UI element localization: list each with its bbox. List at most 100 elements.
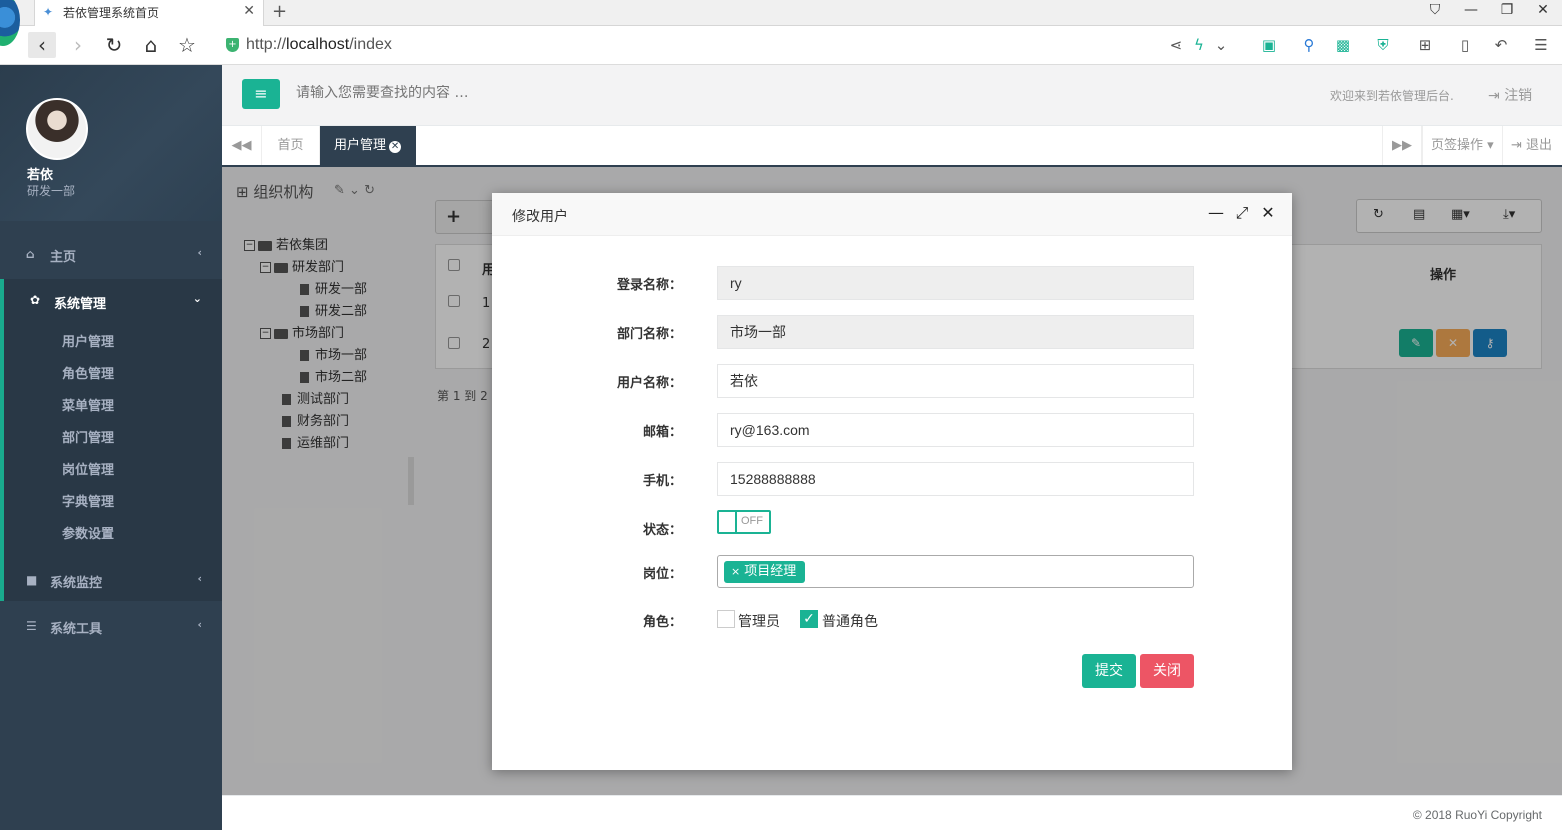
maximize-icon[interactable]: ⤢ [1232,203,1252,223]
home-icon[interactable]: ⌂ [137,32,165,58]
role-common-label: 普通角色 [822,614,878,630]
tab-home[interactable]: 首页 [262,126,320,165]
role-common-checkbox[interactable]: ✓ [800,610,818,628]
welcome-text: 欢迎来到若依管理后台. [1330,89,1454,103]
search-icon[interactable]: ⚲ [1298,36,1320,54]
submenu-config[interactable]: 参数设置 [62,523,114,542]
role-admin-label: 管理员 [738,614,780,630]
role-admin-checkbox[interactable] [717,610,735,628]
apps-icon[interactable]: ⊞ [1414,36,1436,54]
security-icon[interactable]: ⛨ [1372,36,1394,54]
submit-button[interactable]: 提交 [1082,654,1136,688]
game-icon[interactable]: ▩ [1332,36,1354,54]
remove-tag-icon[interactable]: × [731,565,740,578]
logout-link[interactable]: ⇥ 注销 [1488,85,1532,105]
post-tag: × 项目经理 [724,561,806,583]
reload-icon[interactable]: ↻ [100,32,128,58]
submenu-role[interactable]: 角色管理 [62,363,114,382]
page-tabs: ◀◀ 首页 用户管理 ✕ ▶▶ 页签操作 ▾ ⇥ 退出 [222,126,1562,167]
submenu-user[interactable]: 用户管理 [62,331,114,350]
sidebar-item-system[interactable]: ✿ 系统管理 ⌄ 用户管理 角色管理 菜单管理 部门管理 岗位管理 字典管理 参… [0,279,222,601]
menu-icon[interactable]: ☰ [1530,36,1552,54]
dept-name-label: 部门名称： [616,327,682,342]
tab-user-management[interactable]: 用户管理 ✕ [320,126,416,165]
sidebar-item-label: 系统监控 [50,576,103,591]
toggle-knob [719,512,737,532]
star-icon[interactable]: ☆ [173,32,201,58]
search-input[interactable] [296,85,696,101]
share-icon[interactable]: ⋖ [1165,36,1187,54]
exit-icon: ⇥ [1511,138,1527,153]
gear-icon: ✿ [30,293,41,307]
menu-toggle-button[interactable]: ≡ [242,79,280,109]
shirt-icon[interactable]: ⛉ [1424,2,1446,18]
dialog-title: 修改用户 [512,209,568,225]
user-name-field[interactable] [717,364,1194,398]
url-path: /index [349,36,392,53]
sidebar-item-label: 主页 [50,250,77,265]
sidebar-item-label: 系统管理 [54,297,107,312]
tabs-back-icon[interactable]: ◀◀ [222,126,262,165]
sidebar-item-monitor[interactable]: ■ 系统监控 ‹ [0,559,222,603]
toggle-state: OFF [741,515,763,527]
profile-panel: 若依 研发一部 [0,65,222,221]
user-dept: 研发一部 [27,184,76,198]
browser-tab[interactable]: ✦ 若依管理系统首页 ✕ [34,0,264,26]
tab-exit-label: 退出 [1526,138,1553,153]
dept-name-field[interactable] [717,315,1194,349]
role-label: 角色： [642,615,682,630]
post-select[interactable]: × 项目经理 [717,555,1194,588]
avatar[interactable] [26,98,88,160]
sidebar-item-label: 系统工具 [50,622,103,637]
window-close-icon[interactable]: ✕ [1532,2,1554,18]
tabs-forward-icon[interactable]: ▶▶ [1382,126,1422,165]
close-button[interactable]: 关闭 [1140,654,1194,688]
login-name-label: 登录名称： [616,278,682,293]
footer: © 2018 RuoYi Copyright [222,795,1562,830]
phone-label: 手机： [642,474,682,489]
bars-icon: ☰ [26,619,37,633]
close-icon[interactable]: ✕ [1258,203,1278,222]
chevron-down-icon[interactable]: ⌄ [1210,36,1232,54]
status-label: 状态： [642,523,682,538]
tab-close-icon[interactable]: ✕ [243,3,255,19]
top-header: ≡ 欢迎来到若依管理后台. ⇥ 注销 [222,65,1562,126]
undo-icon[interactable]: ↶ [1490,36,1512,54]
submenu-dept[interactable]: 部门管理 [62,427,114,446]
tab-exit-button[interactable]: ⇥ 退出 [1502,126,1562,165]
url-scheme: http:// [246,36,287,53]
tablet-icon[interactable]: ▯ [1454,36,1476,54]
sidebar: 若依 研发一部 ⌂ 主页 ‹ ✿ 系统管理 ⌄ 用户管理 角色管理 菜单管理 部… [0,65,222,830]
browser-tab-title: 若依管理系统首页 [63,6,160,20]
translate-icon[interactable]: ▣ [1258,36,1280,54]
video-icon: ■ [26,573,38,587]
phone-field[interactable] [717,462,1194,496]
tab-ops-label: 页签操作 [1431,138,1484,153]
tab-ops-dropdown[interactable]: 页签操作 ▾ [1422,126,1502,165]
status-toggle[interactable]: OFF [717,510,771,534]
minimize-icon[interactable]: — [1460,2,1482,18]
email-field[interactable] [717,413,1194,447]
chevron-left-icon: ‹ [197,572,202,585]
sidebar-item-tools[interactable]: ☰ 系统工具 ‹ [0,605,222,649]
user-name-label: 用户名称： [616,376,682,391]
login-name-field[interactable] [717,266,1194,300]
sidebar-item-home[interactable]: ⌂ 主页 ‹ [0,233,222,277]
tab-label: 用户管理 [334,138,387,153]
dialog-header: 修改用户 — ⤢ ✕ [492,193,1292,236]
tab-close-icon[interactable]: ✕ [389,141,402,153]
lightning-icon[interactable]: ϟ [1188,36,1210,54]
url-text[interactable]: http://localhost/index [246,36,392,54]
submenu-menu[interactable]: 菜单管理 [62,395,114,414]
new-tab-button[interactable]: + [272,1,287,22]
minimize-icon[interactable]: — [1206,203,1226,222]
submenu-dict[interactable]: 字典管理 [62,491,114,510]
submenu-post[interactable]: 岗位管理 [62,459,114,478]
back-icon[interactable]: ‹ [28,32,56,58]
url-host: localhost [286,36,350,53]
restore-icon[interactable]: ❐ [1496,2,1518,18]
copyright: © 2018 RuoYi Copyright [1412,808,1542,822]
edit-user-dialog: 修改用户 — ⤢ ✕ 登录名称： 部门名称： 用户名称： 邮箱： 手机： 状态：… [492,193,1292,770]
home-icon: ⌂ [26,247,35,261]
forward-icon[interactable]: › [64,32,92,58]
